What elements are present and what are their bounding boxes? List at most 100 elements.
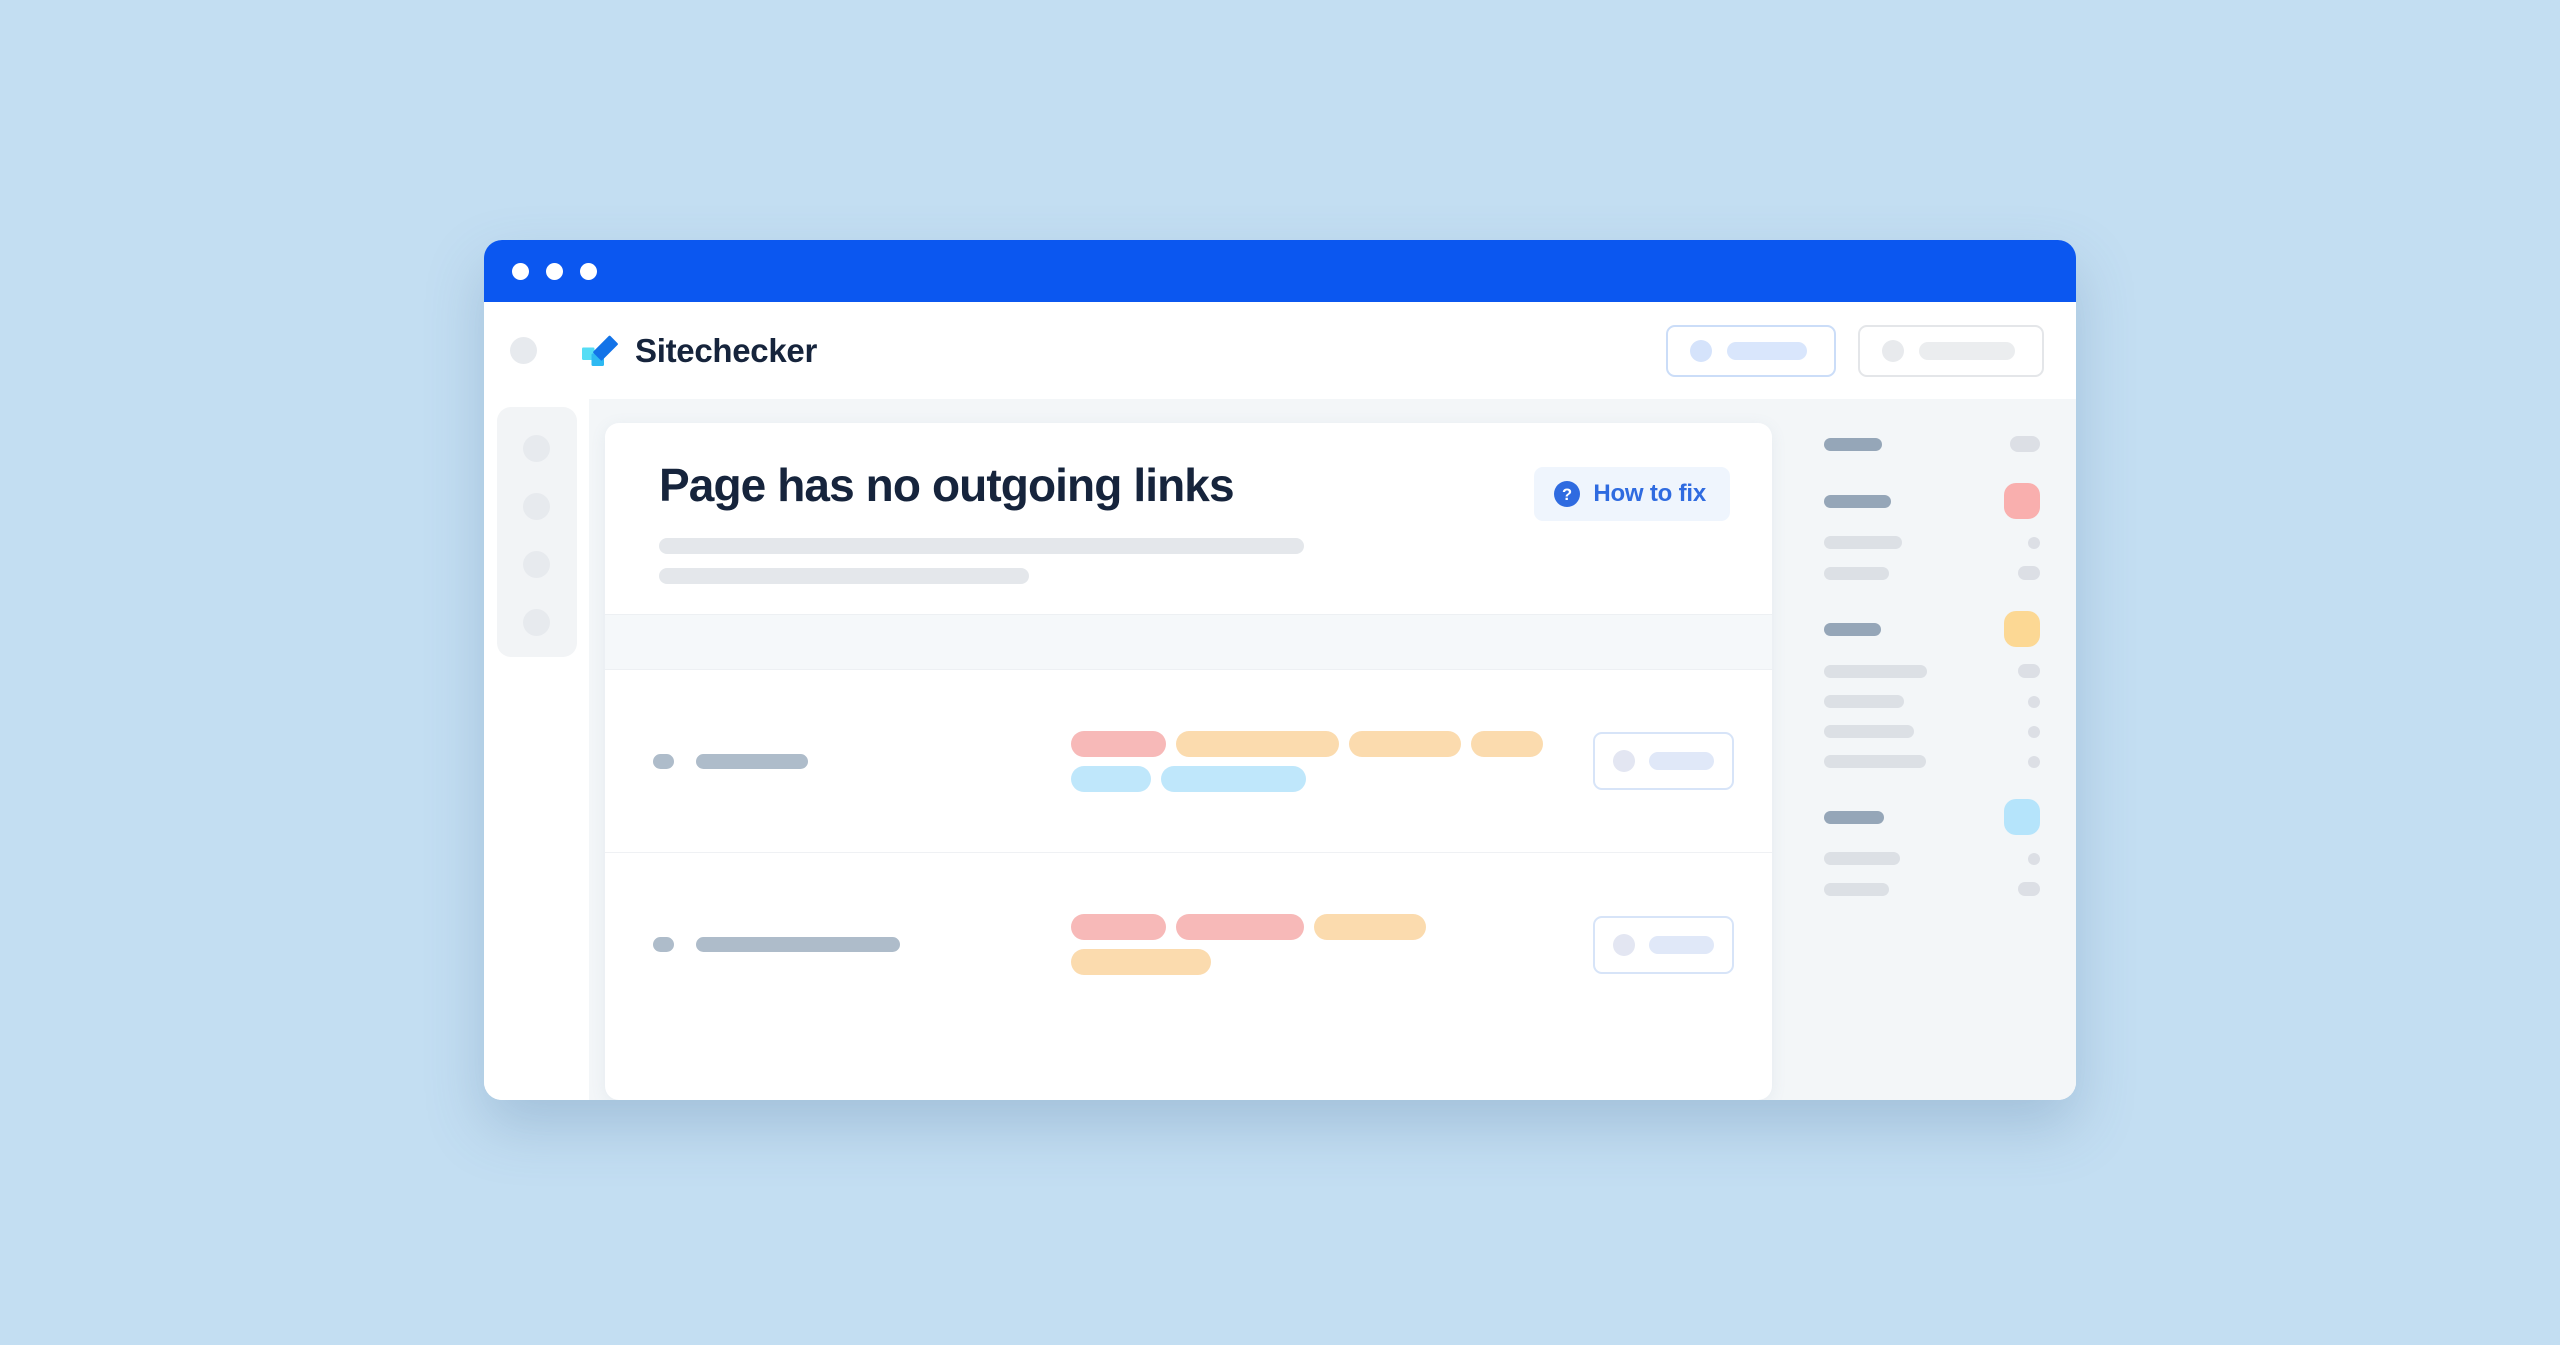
side-group-1 — [1824, 436, 2040, 452]
table-row[interactable] — [605, 853, 1772, 1036]
side-item-label-placeholder — [1824, 437, 1882, 451]
side-list-item[interactable] — [1824, 725, 2040, 738]
side-item-label-placeholder — [1824, 664, 1927, 678]
side-group-2 — [1824, 483, 2040, 580]
row-label-placeholder — [696, 753, 808, 769]
issue-card: Page has no outgoing links ? How to fix — [605, 423, 1772, 1100]
side-list-item[interactable] — [1824, 483, 2040, 519]
sitechecker-checkmark-logo-icon — [581, 331, 621, 371]
description-placeholder-line-1 — [659, 538, 1304, 555]
main-content: Page has no outgoing links ? How to fix — [589, 399, 1794, 1100]
side-item-badge — [2018, 566, 2040, 580]
page-title: Page has no outgoing links — [659, 459, 1235, 511]
window-maximize-dot[interactable] — [580, 262, 597, 280]
side-item-label-placeholder — [1824, 566, 1889, 580]
button-label-placeholder — [1919, 341, 2015, 360]
tag-cyan[interactable] — [1161, 765, 1306, 792]
tag-pink[interactable] — [1071, 914, 1166, 941]
header-actions — [1666, 324, 2044, 377]
tag-orange[interactable] — [1314, 914, 1426, 941]
avatar[interactable] — [510, 337, 537, 364]
tag-pink[interactable] — [1176, 914, 1304, 941]
brand[interactable]: Sitechecker — [581, 331, 817, 371]
row-tag-cloud — [1045, 730, 1563, 792]
left-sidebar — [484, 399, 589, 1100]
side-item-badge — [2018, 882, 2040, 896]
side-item-badge — [2028, 725, 2040, 738]
row-bullet-placeholder — [653, 937, 674, 953]
sidebar-item-4[interactable] — [523, 609, 550, 636]
button-icon-placeholder — [1690, 339, 1712, 362]
side-item-badge — [2028, 536, 2040, 549]
side-item-badge — [2028, 695, 2040, 708]
side-list-item[interactable] — [1824, 611, 2040, 647]
header-primary-button[interactable] — [1666, 324, 1836, 377]
how-to-fix-label: How to fix — [1593, 480, 1706, 507]
side-list-item[interactable] — [1824, 755, 2040, 768]
side-item-badge — [2004, 611, 2040, 647]
tag-orange[interactable] — [1471, 730, 1543, 757]
table-header-strip — [605, 614, 1772, 671]
side-group-3 — [1824, 611, 2040, 768]
svg-text:?: ? — [1562, 486, 1572, 504]
issue-card-header-left: Page has no outgoing links — [659, 459, 1534, 585]
tag-orange[interactable] — [1071, 949, 1211, 976]
sidebar-item-2[interactable] — [523, 493, 550, 520]
side-list-item[interactable] — [1824, 882, 2040, 896]
side-list-item[interactable] — [1824, 536, 2040, 549]
side-item-label-placeholder — [1824, 810, 1884, 824]
side-item-label-placeholder — [1824, 882, 1889, 896]
side-group-4 — [1824, 799, 2040, 896]
side-item-label-placeholder — [1824, 494, 1891, 508]
side-item-badge — [2028, 755, 2040, 768]
question-mark-circle-icon: ? — [1554, 481, 1581, 507]
button-icon-placeholder — [1613, 750, 1635, 773]
side-item-label-placeholder — [1824, 755, 1926, 768]
browser-window: Sitechecker Page has no outgoing links ?… — [484, 240, 2076, 1100]
side-list-item[interactable] — [1824, 799, 2040, 835]
sidebar-item-3[interactable] — [523, 551, 550, 578]
row-bullet-placeholder — [653, 753, 674, 769]
side-item-label-placeholder — [1824, 695, 1904, 708]
button-label-placeholder — [1649, 752, 1714, 771]
header-secondary-button[interactable] — [1858, 324, 2044, 377]
issue-card-header: Page has no outgoing links ? How to fix — [605, 423, 1772, 614]
button-label-placeholder — [1649, 935, 1714, 954]
row-action-button[interactable] — [1593, 732, 1734, 791]
description-placeholder-line-2 — [659, 568, 1029, 585]
side-item-badge — [2028, 852, 2040, 865]
side-list-item[interactable] — [1824, 664, 2040, 678]
side-item-label-placeholder — [1824, 852, 1900, 865]
left-sidebar-panel — [496, 407, 577, 657]
sidebar-item-1[interactable] — [523, 435, 550, 462]
tag-pink[interactable] — [1071, 730, 1166, 757]
tag-orange[interactable] — [1176, 730, 1339, 757]
window-minimize-dot[interactable] — [546, 262, 563, 280]
side-item-badge — [2010, 436, 2040, 452]
row-label-placeholder — [696, 937, 900, 953]
right-sidebar — [1794, 399, 2076, 1100]
button-icon-placeholder — [1613, 933, 1635, 956]
issue-rows — [605, 670, 1772, 1036]
side-item-badge — [2018, 664, 2040, 678]
brand-name: Sitechecker — [635, 331, 817, 369]
row-label — [625, 937, 1045, 953]
table-row[interactable] — [605, 670, 1772, 854]
tag-cyan[interactable] — [1071, 765, 1151, 792]
how-to-fix-button[interactable]: ? How to fix — [1534, 467, 1730, 521]
button-label-placeholder — [1727, 341, 1807, 360]
row-action-button[interactable] — [1593, 915, 1734, 974]
side-item-label-placeholder — [1824, 622, 1881, 636]
tag-orange[interactable] — [1349, 730, 1461, 757]
app-header: Sitechecker — [484, 302, 2076, 399]
side-item-label-placeholder — [1824, 536, 1902, 549]
side-list-item[interactable] — [1824, 852, 2040, 865]
side-list-item[interactable] — [1824, 436, 2040, 452]
side-item-badge — [2004, 799, 2040, 835]
window-close-dot[interactable] — [512, 262, 529, 280]
side-list-item[interactable] — [1824, 566, 2040, 580]
side-list-item[interactable] — [1824, 695, 2040, 708]
button-icon-placeholder — [1882, 339, 1904, 362]
row-label — [625, 753, 1045, 769]
row-tag-cloud — [1045, 914, 1563, 976]
